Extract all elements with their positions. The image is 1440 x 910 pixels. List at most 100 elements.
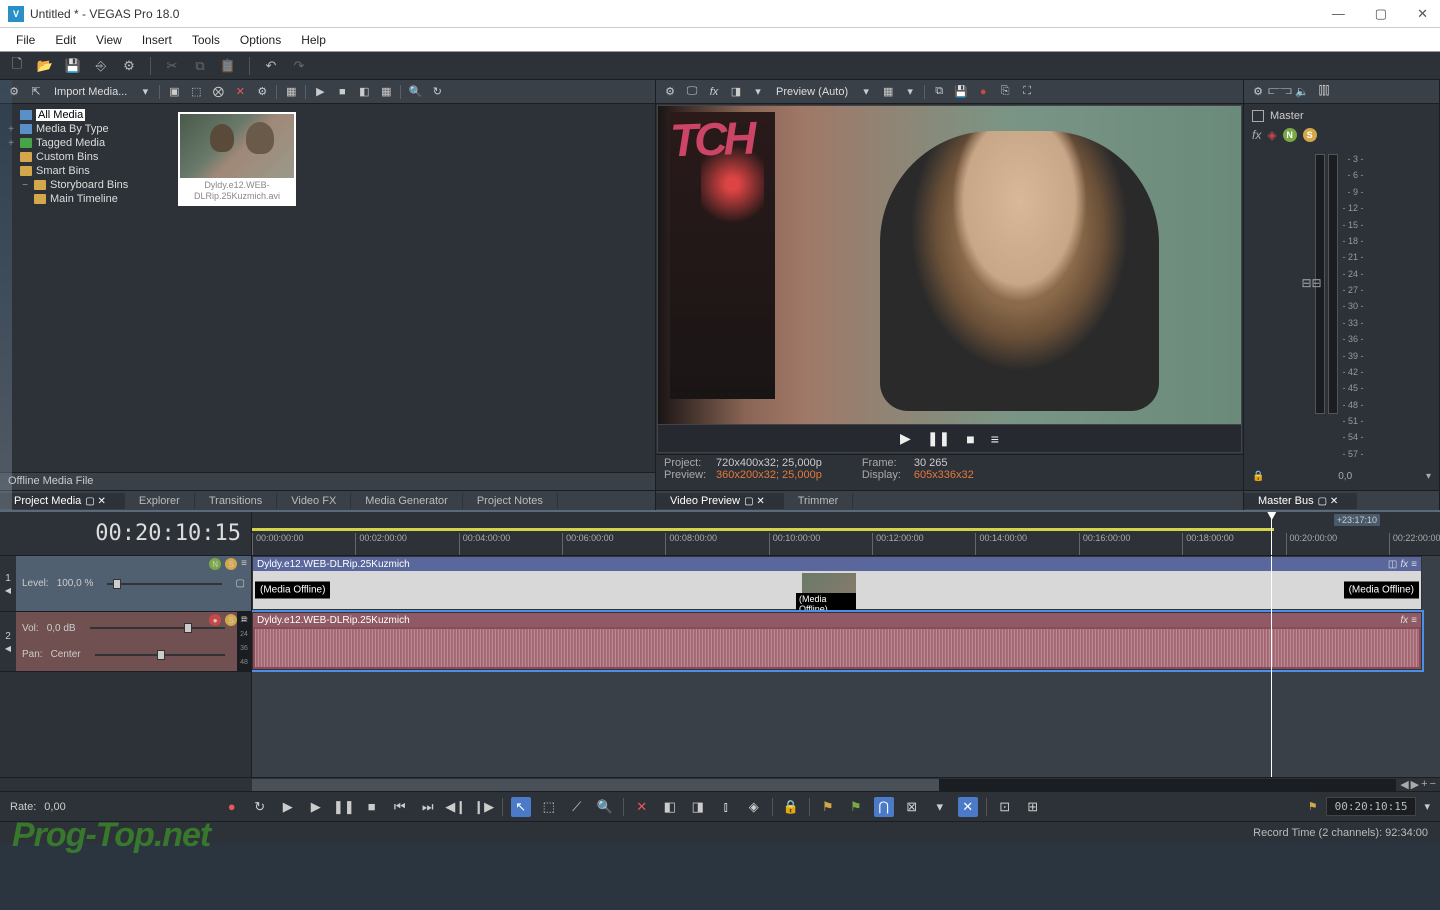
tree-media-by-type[interactable]: +Media By Type — [4, 122, 166, 136]
tree-main-timeline[interactable]: Main Timeline — [4, 192, 166, 206]
event-pan-button[interactable]: ⊞ — [1023, 797, 1043, 817]
stop-button[interactable]: ■ — [362, 797, 382, 817]
record-icon[interactable]: ● — [209, 614, 221, 626]
tree-tagged-media[interactable]: +Tagged Media — [4, 136, 166, 150]
scroll-left-icon[interactable]: ◀ — [1400, 778, 1408, 791]
dropdown-icon[interactable]: ▾ — [750, 84, 766, 100]
loop-button[interactable]: ↻ — [250, 797, 270, 817]
flag2-button[interactable]: ⚑ — [846, 797, 866, 817]
split-button[interactable]: ⫾ — [716, 797, 736, 817]
go-end-button[interactable]: ⏭ — [418, 797, 438, 817]
tree-smart-bins[interactable]: Smart Bins — [4, 164, 166, 178]
fx-icon[interactable]: fx — [1400, 559, 1408, 570]
quantize-button[interactable]: ⊠ — [902, 797, 922, 817]
fx-icon[interactable]: fx — [1252, 128, 1261, 142]
playhead-line[interactable] — [1271, 556, 1272, 777]
audio-clip[interactable]: Dyldy.e12.WEB-DLRip.25Kuzmichfx≡ — [252, 612, 1422, 670]
normal-edit-tool[interactable]: ↖ — [511, 797, 531, 817]
mixer-icon[interactable]: ⫿⫿⫿ — [1316, 84, 1332, 100]
menu-help[interactable]: Help — [293, 31, 334, 49]
zoom-out-icon[interactable]: − — [1430, 778, 1436, 791]
menu-view[interactable]: View — [88, 31, 130, 49]
auto-ripple-button[interactable]: ▾ — [930, 797, 950, 817]
refresh-icon[interactable]: ↻ — [429, 84, 445, 100]
menu-edit[interactable]: Edit — [47, 31, 84, 49]
tab-media-generator[interactable]: Media Generator — [351, 493, 463, 509]
autopreview-icon[interactable]: ◧ — [356, 84, 372, 100]
solo-icon[interactable]: S — [225, 614, 237, 626]
remove-all-icon[interactable]: ✕ — [232, 84, 248, 100]
scroll-right-icon[interactable]: ▶ — [1411, 778, 1419, 791]
new-button[interactable]: 🗋 — [8, 57, 26, 75]
overlays-icon[interactable]: ▦ — [880, 84, 896, 100]
track-max-icon[interactable]: ▢ — [236, 578, 245, 589]
stop-icon[interactable]: ■ — [334, 84, 350, 100]
downmix-icon[interactable]: ⫍⫎ — [1272, 84, 1288, 100]
dim-icon[interactable]: 🔈 — [1294, 84, 1310, 100]
marker-dropdown-icon[interactable]: ⚑ — [1308, 800, 1318, 813]
preview-device-icon[interactable]: 🖵 — [684, 84, 700, 100]
snap-button[interactable]: ⋂ — [874, 797, 894, 817]
external-icon[interactable]: ⎘ — [997, 84, 1013, 100]
envelope-tool[interactable]: ⟋ — [567, 797, 587, 817]
redo-button[interactable]: ↷ — [290, 57, 308, 75]
maximize-button[interactable]: ▢ — [1371, 4, 1391, 24]
tab-project-media[interactable]: Project Media ▢ ✕ — [0, 493, 125, 509]
tab-master-bus[interactable]: Master Bus ▢ ✕ — [1244, 493, 1357, 509]
prev-frame-button[interactable]: ◀❙ — [446, 797, 466, 817]
stop-button[interactable]: ■ — [966, 431, 974, 447]
tab-transitions[interactable]: Transitions — [195, 493, 277, 509]
solo-icon[interactable]: S — [1303, 128, 1317, 142]
play-button[interactable]: ▶ — [900, 430, 911, 447]
trim-end-button[interactable]: ◨ — [688, 797, 708, 817]
thumbnails-icon[interactable]: ▦ — [378, 84, 394, 100]
open-button[interactable]: 📂 — [36, 57, 54, 75]
next-frame-button[interactable]: ❙▶ — [474, 797, 494, 817]
tree-storyboard-bins[interactable]: −Storyboard Bins — [4, 178, 166, 192]
pause-button[interactable]: ❚❚ — [334, 797, 354, 817]
cut-button[interactable]: ✂ — [163, 57, 181, 75]
views-icon[interactable]: ▦ — [283, 84, 299, 100]
preview-props-icon[interactable]: ⚙ — [662, 84, 678, 100]
tab-video-preview[interactable]: Video Preview ▢ ✕ — [656, 493, 784, 509]
audio-track-header[interactable]: 2◀ Vol:0,0 dB Pan:Center 12243648 ●S≡ — [0, 612, 251, 672]
close-button[interactable]: ✕ — [1413, 4, 1432, 24]
save-snapshot-icon[interactable]: 💾 — [953, 84, 969, 100]
mute-icon[interactable]: N — [209, 558, 221, 570]
preview-viewport[interactable]: TCH — [658, 106, 1241, 424]
horizontal-scrollbar[interactable] — [252, 779, 1396, 791]
video-track-header[interactable]: 1◀ Level:100,0 %▢ NS≡ — [0, 556, 251, 612]
minimize-button[interactable]: — — [1328, 4, 1349, 24]
dropdown-icon[interactable]: ▾ — [137, 84, 153, 100]
copy-button[interactable]: ⧉ — [191, 57, 209, 75]
tab-video-fx[interactable]: Video FX — [277, 493, 351, 509]
level-slider[interactable] — [107, 583, 221, 585]
lock-icon[interactable]: 🔒 — [1252, 471, 1264, 482]
copy-snapshot-icon[interactable]: ⧉ — [931, 84, 947, 100]
fullscreen-icon[interactable]: ⛶ — [1019, 84, 1035, 100]
menu-file[interactable]: File — [8, 31, 43, 49]
tree-custom-bins[interactable]: Custom Bins — [4, 150, 166, 164]
timecode-dropdown-icon[interactable]: ▾ — [1424, 800, 1430, 813]
paste-button[interactable]: 📋 — [219, 57, 237, 75]
record-indicator-icon[interactable]: ● — [975, 84, 991, 100]
remove-icon[interactable]: ⨂ — [210, 84, 226, 100]
timecode-display[interactable]: 00:20:10:15 — [95, 521, 241, 546]
flag1-button[interactable]: ⚑ — [818, 797, 838, 817]
playhead[interactable] — [1271, 512, 1272, 555]
master-output-icon[interactable] — [1252, 110, 1264, 122]
marker-button[interactable]: ◈ — [744, 797, 764, 817]
menu-options[interactable]: Options — [232, 31, 289, 49]
capture-icon[interactable]: ▣ — [166, 84, 182, 100]
save-button[interactable]: 💾 — [64, 57, 82, 75]
trim-start-button[interactable]: ◧ — [660, 797, 680, 817]
automation-icon[interactable]: ◈ — [1267, 128, 1276, 142]
get-media-icon[interactable]: ⬚ — [188, 84, 204, 100]
menu-icon[interactable]: ≡ — [991, 431, 999, 447]
clip-menu-icon[interactable]: ≡ — [1411, 615, 1417, 626]
search-icon[interactable]: 🔍 — [407, 84, 423, 100]
delete-button[interactable]: ✕ — [632, 797, 652, 817]
menu-tools[interactable]: Tools — [184, 31, 228, 49]
go-start-button[interactable]: ⏮ — [390, 797, 410, 817]
dropdown-icon[interactable]: ▾ — [858, 84, 874, 100]
